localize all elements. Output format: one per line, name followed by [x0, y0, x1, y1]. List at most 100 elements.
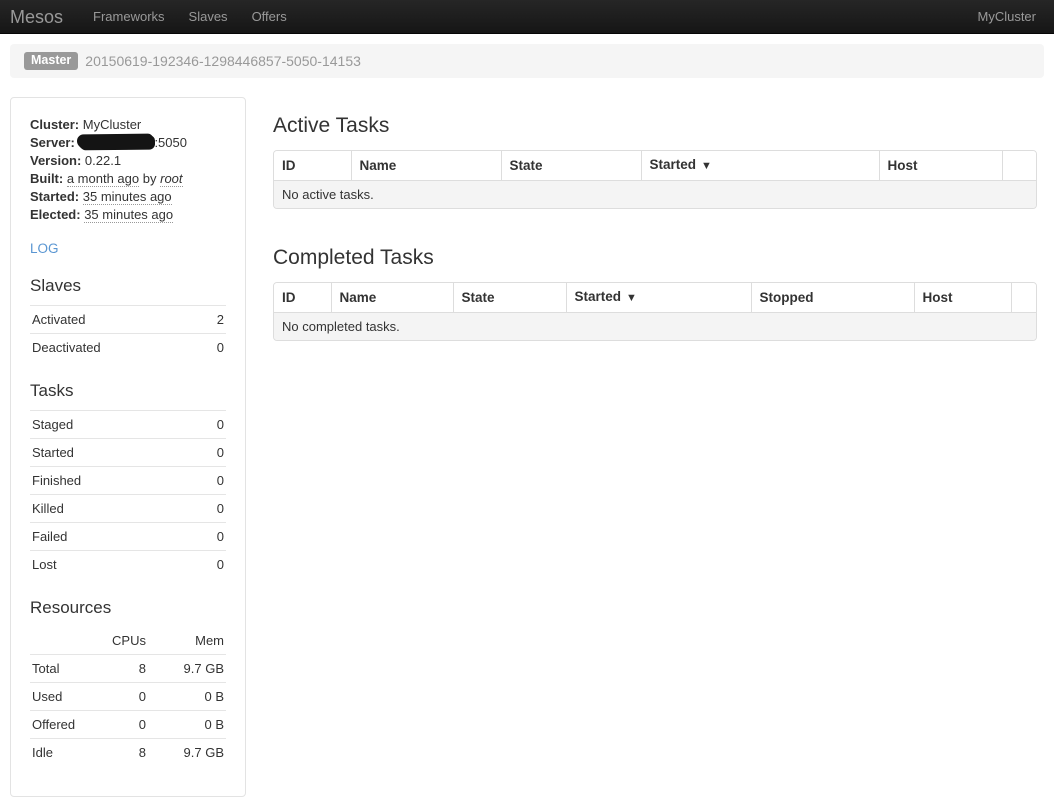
no-active-tasks-message: No active tasks. — [274, 181, 1036, 209]
version-value: 0.22.1 — [85, 153, 121, 168]
col-header-blank — [1002, 151, 1036, 181]
col-header-started-label: Started — [575, 289, 622, 304]
sidebar-panel: Cluster: MyCluster Server: :5050 Version… — [10, 97, 246, 797]
col-header-started-label: Started — [650, 157, 697, 172]
res-cpus: 0 — [90, 683, 148, 711]
col-header-name[interactable]: Name — [351, 151, 501, 181]
info-elected: Elected: 35 minutes ago — [30, 206, 226, 224]
server-label: Server: — [30, 135, 75, 150]
empty-state-row: No active tasks. — [274, 181, 1036, 209]
built-time: a month ago — [67, 171, 139, 187]
redacted-server-address — [78, 135, 154, 150]
stat-value: 0 — [217, 501, 224, 516]
res-label: Offered — [30, 711, 90, 739]
nav-link-offers[interactable]: Offers — [240, 0, 299, 34]
no-completed-tasks-message: No completed tasks. — [274, 313, 1036, 341]
stat-value: 0 — [217, 445, 224, 460]
stat-row-started: Started 0 — [30, 438, 226, 466]
info-version: Version: 0.22.1 — [30, 152, 226, 170]
stat-value: 0 — [217, 417, 224, 432]
elected-value: 35 minutes ago — [84, 207, 173, 223]
stat-value: 0 — [217, 473, 224, 488]
col-header-id[interactable]: ID — [274, 283, 331, 313]
elected-label: Elected: — [30, 207, 81, 222]
breadcrumb: Master 20150619-192346-1298446857-5050-1… — [10, 44, 1044, 78]
col-header-started[interactable]: Started ▼ — [566, 283, 751, 313]
cluster-value: MyCluster — [83, 117, 142, 132]
info-started: Started: 35 minutes ago — [30, 188, 226, 206]
started-label: Started: — [30, 189, 79, 204]
cluster-label: Cluster: — [30, 117, 79, 132]
nav-link-frameworks[interactable]: Frameworks — [81, 0, 177, 34]
active-tasks-table: ID Name State Started ▼ Host No active ta… — [273, 150, 1037, 209]
top-navbar: Mesos Frameworks Slaves Offers MyCluster — [0, 0, 1054, 34]
empty-state-row: No completed tasks. — [274, 313, 1036, 341]
stat-value: 2 — [217, 312, 224, 327]
sort-desc-icon: ▼ — [626, 292, 637, 304]
resources-table: CPUs Mem Total 8 9.7 GB Used 0 0 B Offer… — [30, 627, 226, 766]
stat-label: Lost — [32, 557, 57, 572]
info-cluster: Cluster: MyCluster — [30, 116, 226, 134]
res-mem: 9.7 GB — [148, 655, 226, 683]
stat-row-killed: Killed 0 — [30, 494, 226, 522]
brand-mesos[interactable]: Mesos — [0, 0, 81, 34]
col-header-state[interactable]: State — [501, 151, 641, 181]
col-header-host[interactable]: Host — [914, 283, 1011, 313]
master-badge: Master — [24, 52, 78, 70]
nav-link-slaves[interactable]: Slaves — [177, 0, 240, 34]
resources-heading: Resources — [30, 598, 226, 618]
main-content: Active Tasks ID Name State Started▼ Host — [273, 97, 1037, 341]
col-header-host[interactable]: Host — [879, 151, 1002, 181]
info-built: Built: a month ago by root — [30, 170, 226, 188]
sort-desc-icon: ▼ — [701, 160, 712, 172]
res-col-cpus: CPUs — [90, 627, 148, 655]
res-row-used: Used 0 0 B — [30, 683, 226, 711]
col-header-state[interactable]: State — [453, 283, 566, 313]
col-header-name[interactable]: Name — [331, 283, 453, 313]
stat-row-deactivated: Deactivated 0 — [30, 333, 226, 361]
version-label: Version: — [30, 153, 81, 168]
col-header-stopped[interactable]: Stopped — [751, 283, 914, 313]
built-user: root — [160, 171, 182, 187]
stat-row-finished: Finished 0 — [30, 466, 226, 494]
col-header-blank — [1011, 283, 1036, 313]
res-col-blank — [30, 627, 90, 655]
res-cpus: 8 — [90, 655, 148, 683]
stat-label: Started — [32, 445, 74, 460]
stat-label: Staged — [32, 417, 73, 432]
stat-label: Failed — [32, 529, 67, 544]
res-mem: 0 B — [148, 711, 226, 739]
stat-row-failed: Failed 0 — [30, 522, 226, 550]
col-header-id[interactable]: ID — [274, 151, 351, 181]
stat-label: Finished — [32, 473, 81, 488]
stat-value: 0 — [217, 557, 224, 572]
res-mem: 0 B — [148, 683, 226, 711]
res-col-mem: Mem — [148, 627, 226, 655]
res-row-offered: Offered 0 0 B — [30, 711, 226, 739]
res-label: Total — [30, 655, 90, 683]
server-port: :5050 — [154, 135, 187, 150]
res-cpus: 0 — [90, 711, 148, 739]
col-header-started[interactable]: Started ▼ — [641, 151, 879, 181]
stat-value: 0 — [217, 529, 224, 544]
tasks-heading: Tasks — [30, 381, 226, 401]
cluster-name-text: MyCluster — [977, 9, 1054, 24]
stat-row-activated: Activated 2 — [30, 305, 226, 333]
master-id: 20150619-192346-1298446857-5050-14153 — [85, 53, 361, 69]
completed-tasks-table: ID Name State Started ▼ Stopped Host No c… — [273, 282, 1037, 341]
nav-links: Frameworks Slaves Offers — [81, 0, 299, 34]
started-value: 35 minutes ago — [83, 189, 172, 205]
stat-value: 0 — [217, 340, 224, 355]
stat-row-lost: Lost 0 — [30, 550, 226, 578]
stat-row-staged: Staged 0 — [30, 410, 226, 438]
res-label: Used — [30, 683, 90, 711]
built-label: Built: — [30, 171, 63, 186]
stat-label: Killed — [32, 501, 64, 516]
res-row-total: Total 8 9.7 GB — [30, 655, 226, 683]
log-link[interactable]: LOG — [30, 241, 59, 256]
stat-label: Activated — [32, 312, 85, 327]
completed-tasks-title: Completed Tasks — [273, 246, 1037, 270]
built-by: by — [143, 171, 157, 186]
info-server: Server: :5050 — [30, 134, 226, 152]
stat-label: Deactivated — [32, 340, 101, 355]
